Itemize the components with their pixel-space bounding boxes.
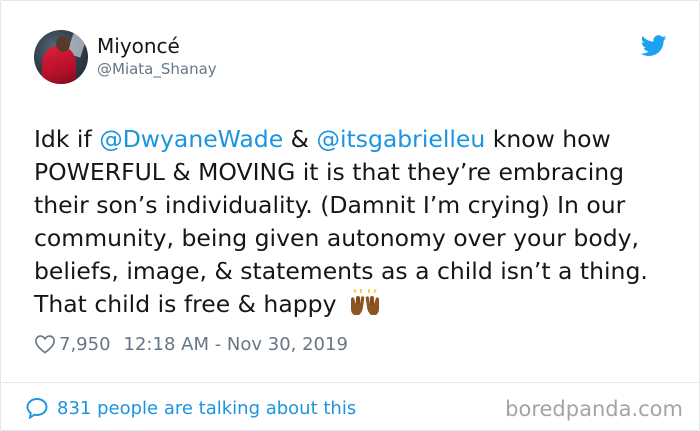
- heart-icon[interactable]: [34, 334, 56, 354]
- user-handle[interactable]: @Miata_Shanay: [97, 60, 217, 78]
- display-name[interactable]: Miyoncé: [97, 34, 180, 58]
- tweet-text: Idk if @DwyaneWade & @itsgabrielleu know…: [34, 123, 684, 321]
- tweet-text-part: know how POWERFUL & MOVING it is that th…: [34, 125, 648, 318]
- conversation-link[interactable]: 831 people are talking about this: [25, 395, 356, 421]
- like-count: 7,950: [59, 333, 111, 355]
- tweet-text-part: Idk if: [34, 125, 100, 153]
- avatar[interactable]: [34, 30, 88, 84]
- mention-link[interactable]: @DwyaneWade: [99, 125, 283, 153]
- watermark: boredpanda.com: [505, 397, 683, 421]
- tweet-text-part: &: [283, 125, 317, 153]
- speech-bubble-icon: [26, 398, 48, 419]
- timestamp[interactable]: 12:18 AM - Nov 30, 2019: [124, 334, 348, 355]
- divider: [2, 382, 700, 383]
- mention-link[interactable]: @itsgabrielleu: [316, 125, 485, 153]
- tweet-meta: 7,950 12:18 AM - Nov 30, 2019: [34, 332, 348, 356]
- raising-hands-emoji-icon: [350, 289, 379, 315]
- talking-about-text[interactable]: 831 people are talking about this: [57, 398, 356, 419]
- tweet-card: Miyoncé @Miata_Shanay Idk if @DwyaneWade…: [0, 0, 700, 431]
- twitter-bird-icon[interactable]: [641, 35, 667, 57]
